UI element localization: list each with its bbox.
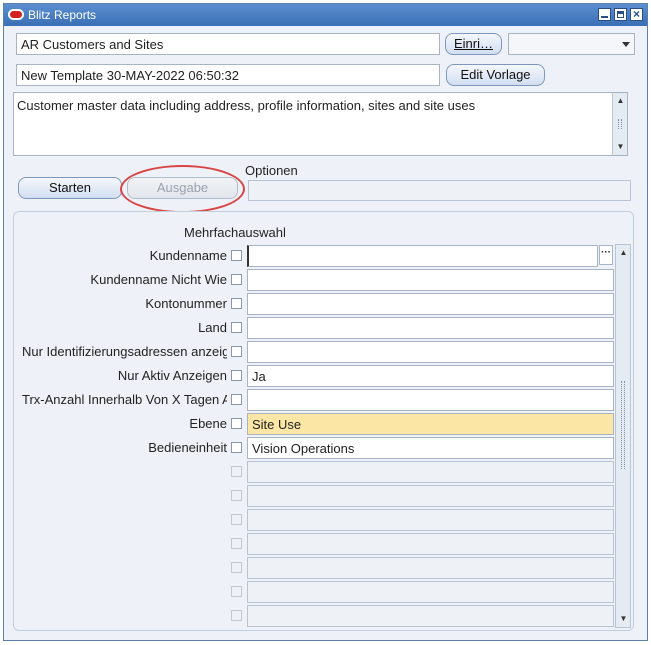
multi-select-checkbox[interactable] [231,418,242,429]
parameter-label: Land [198,320,227,335]
multi-select-checkbox[interactable] [231,466,242,477]
template-combo[interactable] [508,33,635,55]
parameter-value-field[interactable] [247,317,614,339]
description-scrollbar[interactable]: ▲ ▼ [612,93,627,155]
parameter-label: Bedieneinheit [148,440,227,455]
multi-select-checkbox[interactable] [231,370,242,381]
parameter-value-field[interactable]: Ja [247,365,614,387]
close-icon[interactable]: × [630,8,643,21]
oracle-logo-icon [8,9,24,20]
parameter-label [22,512,227,529]
options-field[interactable] [248,180,631,201]
parameter-label [22,584,227,601]
scroll-grip-icon [621,381,625,469]
parameter-label: Kundenname [149,248,227,263]
parameter-label [22,488,227,505]
multi-select-checkbox[interactable] [231,610,242,621]
parameter-label: Kontonummer [145,296,227,311]
edit-template-button[interactable]: Edit Vorlage [446,64,545,86]
report-lookup-button[interactable]: Einri… [445,33,502,55]
parameter-value-field[interactable] [247,461,614,483]
parameter-value-field[interactable] [247,581,614,603]
parameter-label: Ebene [189,416,227,431]
multi-select-checkbox[interactable] [231,346,242,357]
ellipsis-icon[interactable]: ··· [599,245,613,265]
multi-select-checkbox[interactable] [231,562,242,573]
multi-select-checkbox[interactable] [231,394,242,405]
parameter-value-field[interactable] [247,605,614,627]
description-textarea[interactable]: Customer master data including address, … [13,92,628,156]
parameter-value-field[interactable] [247,485,614,507]
scroll-down-icon[interactable]: ▼ [617,612,630,625]
window-title: Blitz Reports [28,8,97,22]
multi-select-checkbox[interactable] [231,514,242,525]
parameter-label: Trx-Anzahl Innerhalb Von X Tagen Anzeige… [22,392,227,407]
multi-select-checkbox[interactable] [231,442,242,453]
multi-select-checkbox[interactable] [231,322,242,333]
parameter-value-field[interactable]: Vision Operations [247,437,614,459]
parameter-label [22,560,227,577]
multi-select-checkbox[interactable] [231,538,242,549]
title-bar: Blitz Reports × [4,4,647,26]
chevron-down-icon [622,42,630,47]
parameter-value-field[interactable] [247,269,614,291]
multi-select-header: Mehrfachauswahl [184,225,286,240]
start-button[interactable]: Starten [18,177,122,199]
parameter-value-field[interactable] [247,389,614,411]
multi-select-checkbox[interactable] [231,250,242,261]
multi-select-checkbox[interactable] [231,274,242,285]
parameter-value-field[interactable] [247,245,598,267]
highlight-ellipse [120,165,245,213]
parameter-label [22,536,227,553]
report-name-field[interactable]: AR Customers and Sites [16,33,440,55]
multi-select-checkbox[interactable] [231,490,242,501]
parameter-label: Kundenname Nicht Wie [90,272,227,287]
options-label: Optionen [245,163,298,178]
parameter-value-field[interactable] [247,341,614,363]
parameter-value-field[interactable] [247,293,614,315]
template-name-field[interactable]: New Template 30-MAY-2022 06:50:32 [16,64,440,86]
parameters-scrollbar[interactable]: ▲ ▼ [615,244,631,628]
minimize-icon[interactable] [598,8,611,21]
description-text: Customer master data including address, … [17,98,476,113]
multi-select-checkbox[interactable] [231,586,242,597]
parameter-label [22,608,227,625]
scroll-down-icon[interactable]: ▼ [614,140,627,153]
scroll-grip-icon [618,119,622,129]
multi-select-checkbox[interactable] [231,298,242,309]
maximize-icon[interactable] [614,8,627,21]
parameter-value-field[interactable] [247,557,614,579]
parameter-label [22,464,227,481]
parameter-value-field[interactable] [247,509,614,531]
parameter-label: Nur Aktiv Anzeigen [117,368,227,383]
parameter-label: Nur Identifizierungsadressen anzeigen [22,344,227,359]
scroll-up-icon[interactable]: ▲ [617,246,630,259]
parameter-value-field[interactable] [247,533,614,555]
parameter-value-field[interactable]: Site Use [247,413,614,435]
scroll-up-icon[interactable]: ▲ [614,94,627,107]
